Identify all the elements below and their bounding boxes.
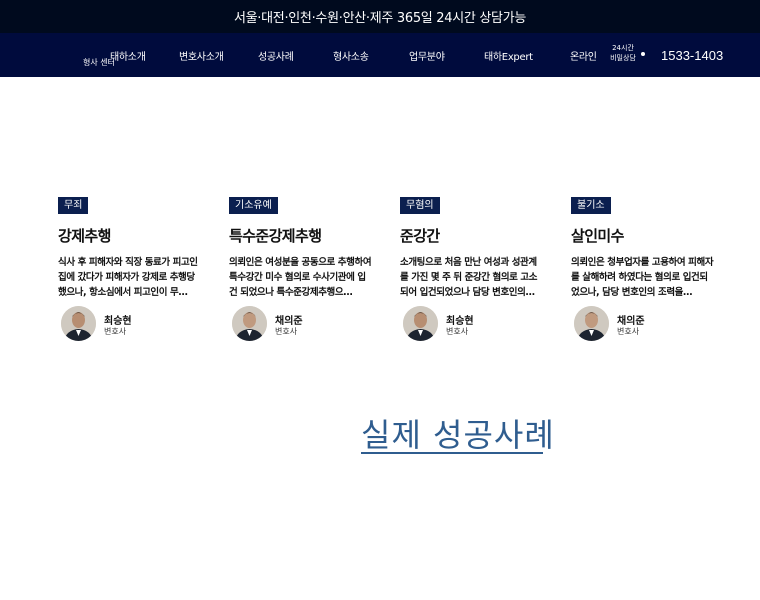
case-summary: 소개팅으로 처음 만난 여성과 성관계를 가진 몇 주 뒤 준강간 혐의로 고소… xyxy=(400,257,538,298)
lawyer-avatar xyxy=(61,306,96,341)
case-card[interactable]: 무죄 강제추행 식사 후 피해자와 직장 동료가 피고인 집에 갔다가 피해자가… xyxy=(58,193,203,341)
lawyer-avatar xyxy=(574,306,609,341)
lawyer-avatar xyxy=(232,306,267,341)
section-title-underline xyxy=(361,452,543,454)
separator-dot-icon xyxy=(641,52,645,56)
case-card[interactable]: 불기소 살인미수 의뢰인은 청부업자를 고용하여 피해자를 살해하려 하였다는 … xyxy=(571,193,716,341)
nav-item-about[interactable]: 태하소개 xyxy=(110,33,146,77)
phone-number[interactable]: 1533-1403 xyxy=(661,33,723,77)
main-navigation: 태하소개 형사 센터 변호사소개 성공사례 형사소송 업무분야 태하Expert… xyxy=(0,33,760,77)
case-title: 준강간 xyxy=(400,227,440,245)
lawyer-info: 채의준 변호사 xyxy=(232,306,372,342)
nav-item-lawyers[interactable]: 변호사소개 xyxy=(179,33,224,77)
consult-label-24h[interactable]: 24시간 xyxy=(608,44,638,53)
case-summary: 의뢰인은 청부업자를 고용하여 피해자를 살해하려 하였다는 혐의로 입건되었으… xyxy=(571,257,714,298)
lawyer-name: 채의준 xyxy=(617,316,645,327)
lawyer-name: 채의준 xyxy=(275,316,303,327)
person-icon xyxy=(403,306,438,341)
lawyer-role: 변호사 xyxy=(446,327,469,336)
case-title: 살인미수 xyxy=(571,227,624,245)
case-card[interactable]: 무혐의 준강간 소개팅으로 처음 만난 여성과 성관계를 가진 몇 주 뒤 준강… xyxy=(400,193,545,341)
case-title: 특수준강제추행 xyxy=(229,227,322,245)
nav-item-expert[interactable]: 태하Expert xyxy=(484,33,533,77)
person-icon xyxy=(574,306,609,341)
lawyer-name: 최승현 xyxy=(446,316,474,327)
lawyer-role: 변호사 xyxy=(104,327,127,336)
case-summary: 식사 후 피해자와 직장 동료가 피고인 집에 갔다가 피해자가 강제로 추행당… xyxy=(58,257,198,298)
lawyer-info: 최승현 변호사 xyxy=(61,306,201,342)
nav-item-online[interactable]: 온라인 xyxy=(570,33,597,77)
nav-item-cases[interactable]: 성공사례 xyxy=(258,33,294,77)
person-icon xyxy=(61,306,96,341)
result-badge: 불기소 xyxy=(571,197,611,214)
case-card[interactable]: 기소유예 특수준강제추행 의뢰인은 여성분을 공동으로 추행하여 특수강간 미수… xyxy=(229,193,374,341)
lawyer-role: 변호사 xyxy=(617,327,640,336)
lawyer-role: 변호사 xyxy=(275,327,298,336)
consult-label-secret[interactable]: 비밀상담 xyxy=(606,54,640,63)
lawyer-info: 채의준 변호사 xyxy=(574,306,714,342)
top-announcement-bar: 서울·대전·인천·수원·안산·제주 365일 24시간 상담가능 xyxy=(0,0,760,33)
result-badge: 무죄 xyxy=(58,197,89,214)
case-summary: 의뢰인은 여성분을 공동으로 추행하여 특수강간 미수 혐의로 수사기관에 입건… xyxy=(229,257,372,298)
lawyer-avatar xyxy=(403,306,438,341)
result-badge: 무혐의 xyxy=(400,197,440,214)
nav-item-criminal[interactable]: 형사소송 xyxy=(333,33,369,77)
lawyer-info: 최승현 변호사 xyxy=(403,306,543,342)
section-title: 실제 성공사례 xyxy=(361,416,555,454)
case-title: 강제추행 xyxy=(58,227,111,245)
nav-sub-label[interactable]: 형사 센터 xyxy=(83,57,115,68)
nav-item-practice[interactable]: 업무분야 xyxy=(409,33,445,77)
result-badge: 기소유예 xyxy=(229,197,278,214)
lawyer-name: 최승현 xyxy=(104,316,132,327)
person-icon xyxy=(232,306,267,341)
announcement-text: 서울·대전·인천·수원·안산·제주 365일 24시간 상담가능 xyxy=(233,11,527,26)
